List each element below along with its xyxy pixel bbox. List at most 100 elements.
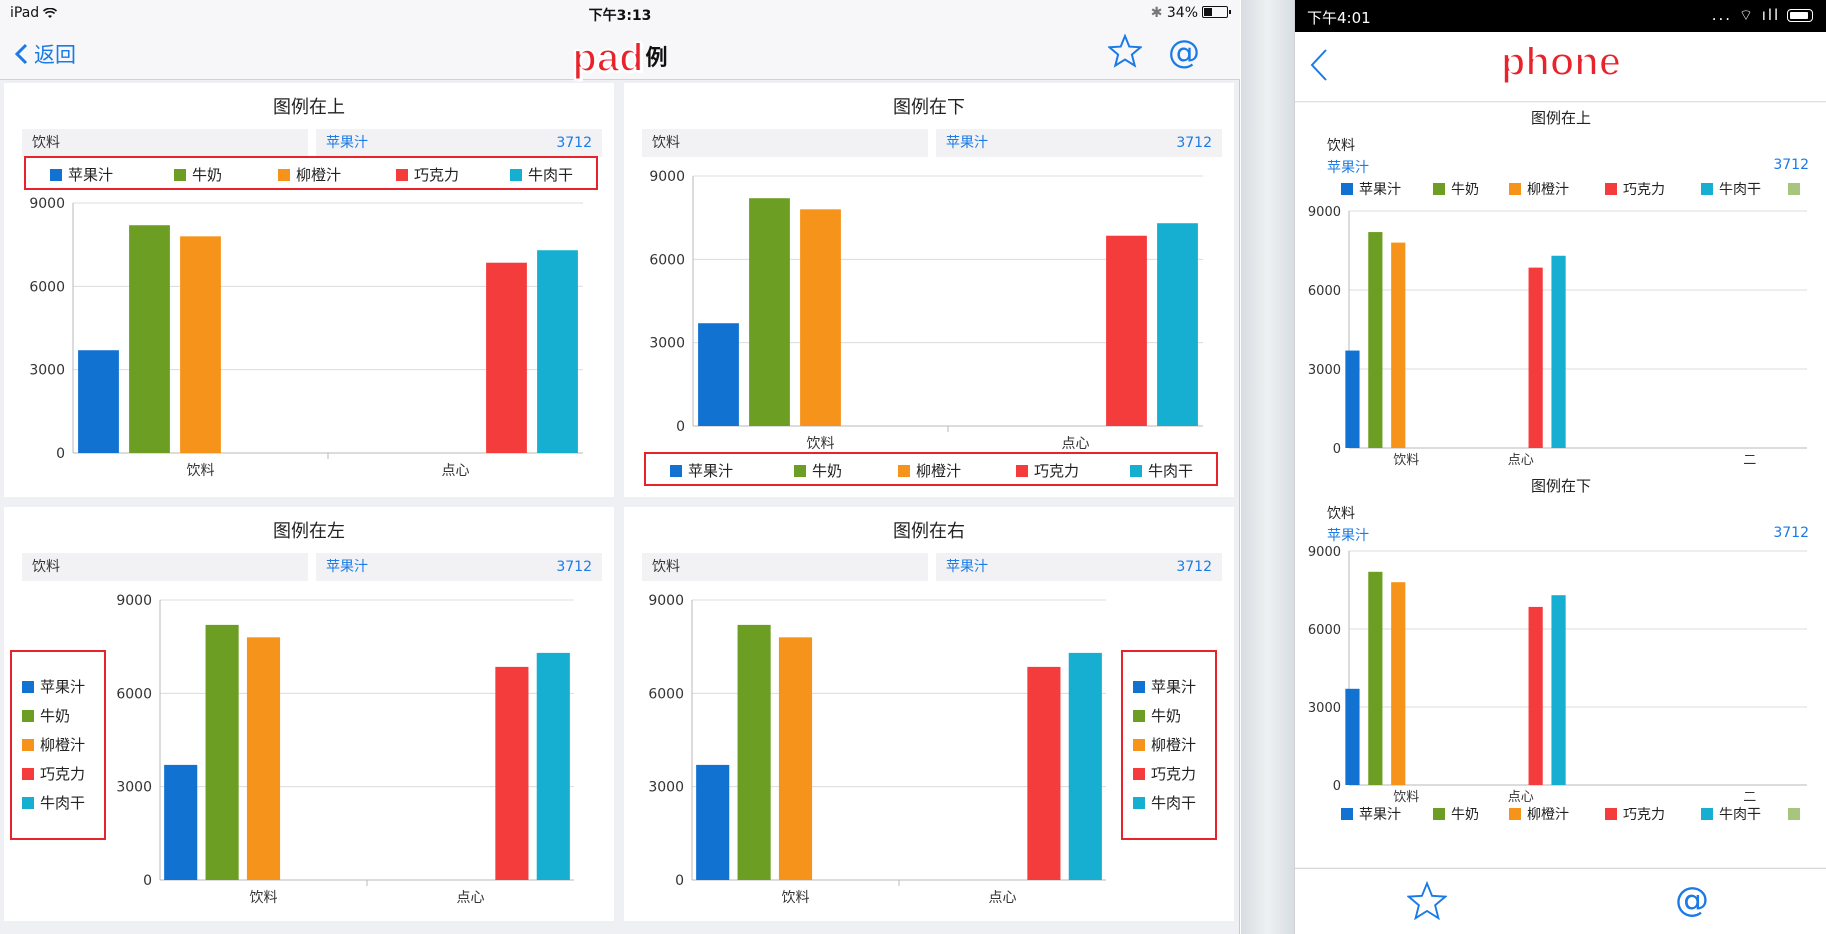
legend-label: 牛肉干 [1148,462,1194,480]
bar-牛奶[interactable] [1368,232,1383,448]
legend-item[interactable]: 巧克力 [1016,460,1079,481]
ipad-status-bar: iPad 下午3:13 ✱ 34% [0,0,1240,26]
bar-牛肉干[interactable] [1551,595,1566,785]
phone-chart-list: 图例在上 饮料 苹果汁 3712 苹果汁 牛奶 柳橙汁 巧克力 牛肉干 0 3000 6000 9000… [1295,103,1826,867]
y-tick-label: 0 [675,873,684,889]
legend-item[interactable]: 牛奶 [22,705,70,726]
legend-item[interactable]: 牛肉干 [510,164,573,185]
bar-巧克力[interactable] [495,666,529,880]
bar-牛奶[interactable] [737,624,771,880]
x-tick-label: 点心 [1508,453,1534,468]
bar-柳橙汁[interactable] [800,209,841,426]
legend-swatch [174,169,186,181]
legend-item[interactable]: 苹果汁 [22,676,85,697]
chart-panel-left: 图例在左 饮料 苹果汁 3712 0 3000 6000 9000 饮料 点心 苹果汁 牛奶 柳橙汁 巧克… [4,507,614,921]
y-tick-label: 6000 [29,279,65,295]
bar-牛肉干[interactable] [1068,652,1102,880]
y-tick-label: 9000 [1308,205,1341,220]
status-time: 下午4:01 [1307,9,1371,27]
y-tick-label: 3000 [1308,701,1341,716]
star-icon [1106,33,1144,68]
at-button[interactable]: @ [1168,34,1200,70]
legend-swatch [1130,465,1142,477]
bar-苹果汁[interactable] [698,323,739,426]
bar-柳橙汁[interactable] [246,637,281,880]
bar-牛肉干[interactable] [536,652,570,880]
x-tick-label: 饮料 [782,890,810,906]
bar-柳橙汁[interactable] [180,236,221,453]
y-tick-label: 9000 [1308,545,1341,560]
bar-柳橙汁[interactable] [778,637,813,880]
favorite-button[interactable] [1406,880,1448,925]
legend-swatch [22,768,34,780]
legend-label: 苹果汁 [1151,678,1197,696]
legend-label: 牛肉干 [528,166,574,184]
bar-牛奶[interactable] [1368,571,1383,785]
legend-label: 牛肉干 [40,794,86,812]
legend-label: 牛奶 [40,707,71,725]
bar-牛肉干[interactable] [1551,255,1566,448]
legend-swatch [1133,681,1145,693]
bar-苹果汁[interactable] [164,764,198,880]
bar-柳橙汁[interactable] [1391,582,1406,785]
legend-label: 柳橙汁 [1151,736,1197,754]
legend-swatch [794,465,806,477]
bar-苹果汁[interactable] [696,764,730,880]
y-tick-label: 9000 [116,593,152,609]
page-title: pad例 [571,35,668,81]
bar-牛奶[interactable] [205,624,239,880]
legend-label: 牛奶 [812,462,843,480]
bar-巧克力[interactable] [1027,666,1061,880]
legend-item[interactable]: 牛肉干 [1130,460,1193,481]
bar-牛肉干[interactable] [537,250,578,453]
legend-swatch [510,169,522,181]
x-tick-label: 饮料 [807,436,835,452]
bar-巧克力[interactable] [1528,606,1543,785]
legend-item[interactable]: 苹果汁 [670,460,733,481]
legend-item[interactable]: 牛奶 [794,460,842,481]
pad-stamp: pad [571,35,644,81]
bar-牛肉干[interactable] [1157,223,1198,426]
legend-item[interactable]: 牛奶 [174,164,222,185]
bar-苹果汁[interactable] [1345,688,1360,785]
legend-label: 牛肉干 [1151,794,1197,812]
legend-item[interactable]: 苹果汁 [50,164,113,185]
legend-swatch [278,169,290,181]
legend-item[interactable]: 牛奶 [1133,705,1181,726]
legend-item[interactable]: 苹果汁 [1133,676,1196,697]
legend-item[interactable]: 巧克力 [396,164,459,185]
legend: 苹果汁 牛奶 柳橙汁 巧克力 牛肉干 [24,156,598,190]
chart-panel-top: 图例在上 饮料 苹果汁 3712 0 3000 6000 9000 饮料 点心 苹果汁 牛奶 柳橙汁 巧克… [4,83,614,497]
legend-label: 巧克力 [414,166,460,184]
y-tick-label: 6000 [116,686,152,702]
legend-item[interactable]: 巧克力 [1133,763,1196,784]
bar-苹果汁[interactable] [1345,350,1360,448]
legend-label: 巧克力 [1034,462,1080,480]
battery-icon [1787,9,1813,22]
legend-item[interactable]: 柳橙汁 [278,164,341,185]
battery-icon [1202,6,1231,18]
bar-巧克力[interactable] [486,262,527,453]
bar-巧克力[interactable] [1106,235,1147,426]
at-button[interactable]: @ [1675,881,1709,919]
chart-panel-right: 图例在右 饮料 苹果汁 3712 0 3000 6000 9000 饮料 点心 苹果汁 牛奶 柳橙汁 巧克… [624,507,1234,921]
legend: 苹果汁牛奶柳橙汁巧克力牛肉干 [1121,650,1217,840]
legend-item[interactable]: 牛肉干 [1133,792,1196,813]
x-tick-label: 二 [1743,790,1756,805]
legend-item[interactable]: 柳橙汁 [898,460,961,481]
legend-item[interactable]: 巧克力 [22,763,85,784]
y-tick-label: 6000 [1308,623,1341,638]
bar-巧克力[interactable] [1528,267,1543,448]
y-tick-label: 3000 [648,780,684,796]
legend-item[interactable]: 牛肉干 [22,792,85,813]
bar-牛奶[interactable] [749,198,790,426]
legend-item[interactable]: 柳橙汁 [22,734,85,755]
legend-item[interactable]: 柳橙汁 [1133,734,1196,755]
bar-苹果汁[interactable] [78,350,119,453]
bar-牛奶[interactable] [129,225,170,453]
bar-柳橙汁[interactable] [1391,242,1406,448]
favorite-button[interactable] [1106,33,1144,72]
y-tick-label: 9000 [648,593,684,609]
y-tick-label: 0 [1333,779,1341,794]
phone-nav-bar: phone [1295,32,1826,102]
